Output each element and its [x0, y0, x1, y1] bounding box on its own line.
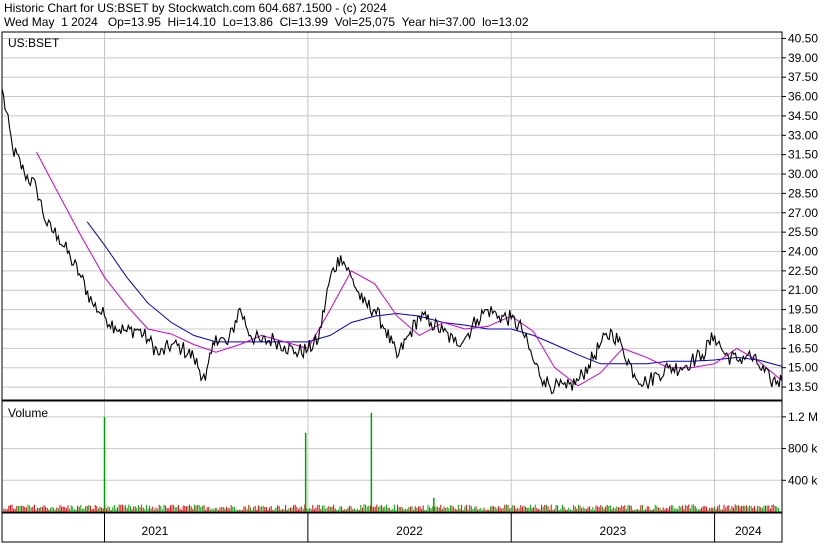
year-label: 2022 [396, 524, 423, 538]
price-tick-label: 31.50 [788, 148, 818, 162]
year-label: 2021 [142, 524, 169, 538]
volume-panel-frame [1, 400, 783, 513]
short-moving-average-line [36, 151, 783, 387]
price-tick-label: 19.50 [788, 303, 818, 317]
price-tick-label: 18.00 [788, 322, 818, 336]
volume-tick-label: 1.2 M [788, 410, 818, 424]
price-tick-label: 33.00 [788, 128, 818, 142]
price-grid [2, 32, 782, 400]
price-tick-label: 16.50 [788, 341, 818, 355]
year-label: 2023 [600, 524, 627, 538]
price-tick-label: 25.50 [788, 225, 818, 239]
price-tick-label: 21.00 [788, 283, 818, 297]
price-tick-label: 40.50 [788, 31, 818, 45]
long-moving-average-line [86, 221, 783, 367]
stock-chart: US:BSET 40.50 39.00 37.50 36.00 34.50 33.00 31… [1, 31, 818, 543]
price-tick-label: 22.50 [788, 264, 818, 278]
volume-panel-label: Volume [8, 406, 48, 420]
volume-bars [3, 412, 779, 512]
price-tick-label: 37.50 [788, 70, 818, 84]
time-axis-frame [1, 512, 783, 543]
price-axis: 40.50 39.00 37.50 36.00 34.50 33.00 31.50 30.00… [782, 31, 818, 394]
price-tick-label: 36.00 [788, 90, 818, 104]
price-tick-label: 15.00 [788, 361, 818, 375]
price-tick-label: 30.00 [788, 167, 818, 181]
price-tick-label: 13.50 [788, 380, 818, 394]
price-tick-label: 27.00 [788, 206, 818, 220]
price-tick-label: 39.00 [788, 51, 818, 65]
volume-axis: 1.2 M 800 k 400 k [782, 410, 818, 487]
price-panel-frame [1, 31, 783, 401]
price-tick-label: 24.00 [788, 245, 818, 259]
volume-grid [2, 401, 782, 512]
time-axis: 2021 2022 2023 2024 [104, 513, 762, 542]
year-label: 2024 [735, 524, 762, 538]
price-tick-label: 28.50 [788, 186, 818, 200]
volume-tick-label: 400 k [788, 473, 818, 487]
price-panel-label: US:BSET [8, 36, 60, 50]
price-tick-label: 34.50 [788, 109, 818, 123]
volume-tick-label: 800 k [788, 442, 818, 456]
